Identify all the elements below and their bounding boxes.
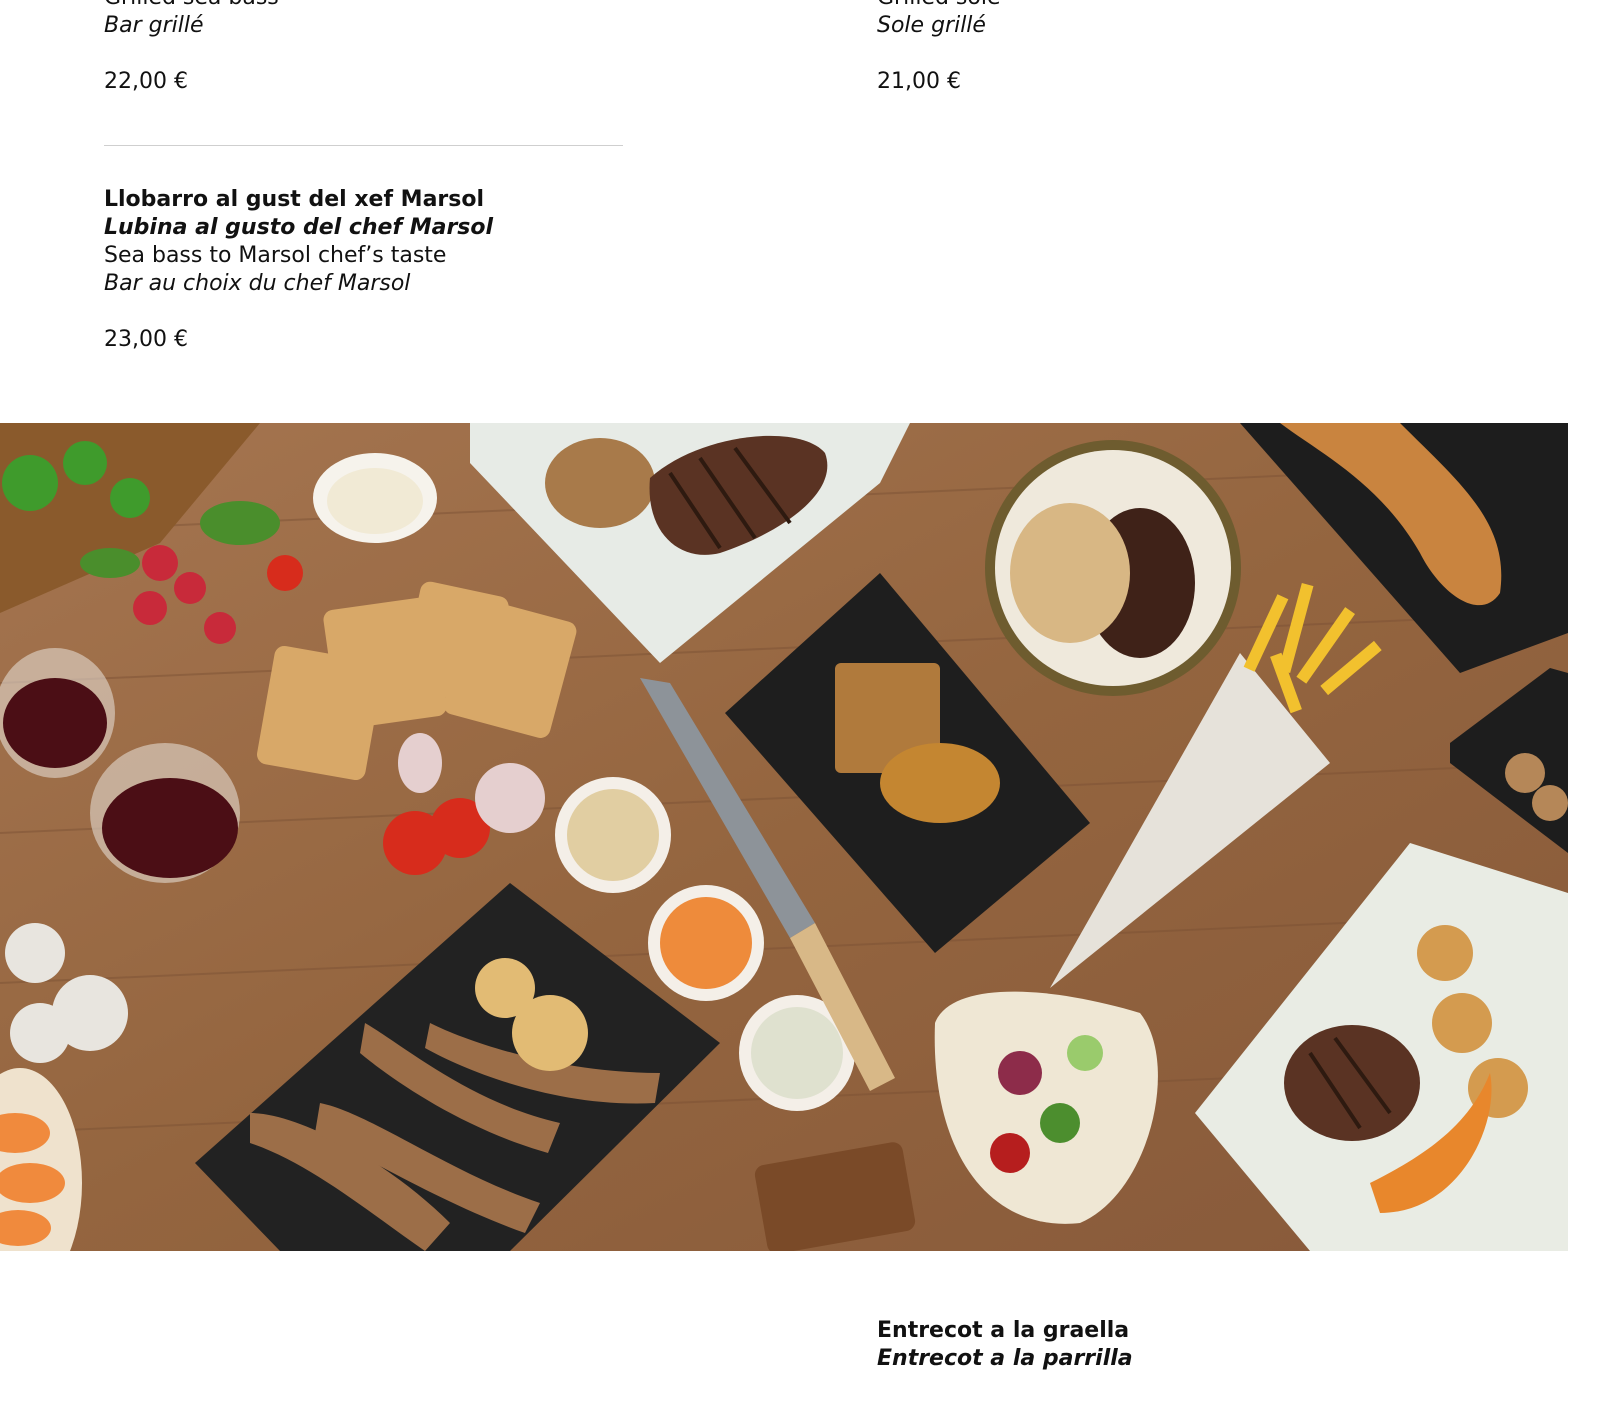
item-name-spanish: Entrecot a la parrilla [877,1346,1133,1371]
item-name-catalan: Llobarro al gust del xef Marsol [104,187,485,212]
menu-item-sea-bass-marsol: Llobarro al gust del xef Marsol Lubina a… [104,186,493,354]
item-price: 23,00 € [104,327,188,352]
menu-item-grilled-sole: Grilled sole Sole grillé 21,00 € [877,0,1001,96]
item-name-english: Grilled sea bass [104,0,279,12]
item-name-french: Sole grillé [877,13,986,38]
menu-item-grilled-sea-bass: Grilled sea bass Bar grillé 22,00 € [104,0,279,96]
item-price: 21,00 € [877,69,961,94]
item-divider [104,145,623,146]
item-name-catalan: Entrecot a la graella [877,1318,1130,1343]
item-name-french: Bar au choix du chef Marsol [104,271,411,296]
item-name-english: Sea bass to Marsol chef’s taste [104,243,447,268]
item-name-french: Bar grillé [104,13,204,38]
item-name-spanish: Lubina al gusto del chef Marsol [104,215,494,240]
menu-item-entrecot: Entrecot a la graella Entrecot a la parr… [877,1317,1133,1373]
item-price: 22,00 € [104,69,188,94]
food-spread-photo [0,423,1568,1251]
item-name-english: Grilled sole [877,0,1001,12]
